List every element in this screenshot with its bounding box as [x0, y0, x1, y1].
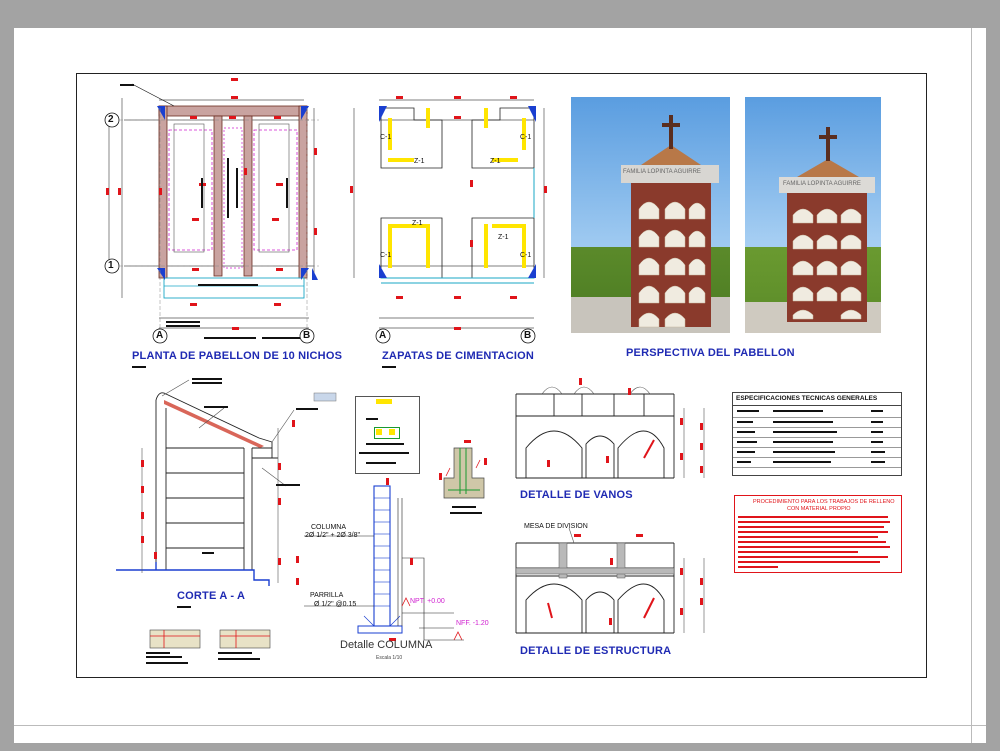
procedure-title-2: CON MATERIAL PROPIO: [787, 506, 851, 512]
procedure-note: PROCEDIMIENTO PARA LOS TRABAJOS DE RELLE…: [734, 495, 902, 573]
drawing-sheet: 2 1 A B PLANTA DE PABELLON DE 10 NICHOS …: [14, 28, 986, 743]
division-table-label: MESA DE DIVISION: [524, 523, 588, 530]
structure-title: DETALLE DE ESTRUCTURA: [520, 645, 672, 657]
specs-title: ESPECIFICACIONES TECNICAS GENERALES: [736, 395, 878, 402]
specs-table: ESPECIFICACIONES TECNICAS GENERALES: [732, 392, 902, 476]
procedure-title-1: PROCEDIMIENTO PARA LOS TRABAJOS DE RELLE…: [753, 499, 895, 505]
